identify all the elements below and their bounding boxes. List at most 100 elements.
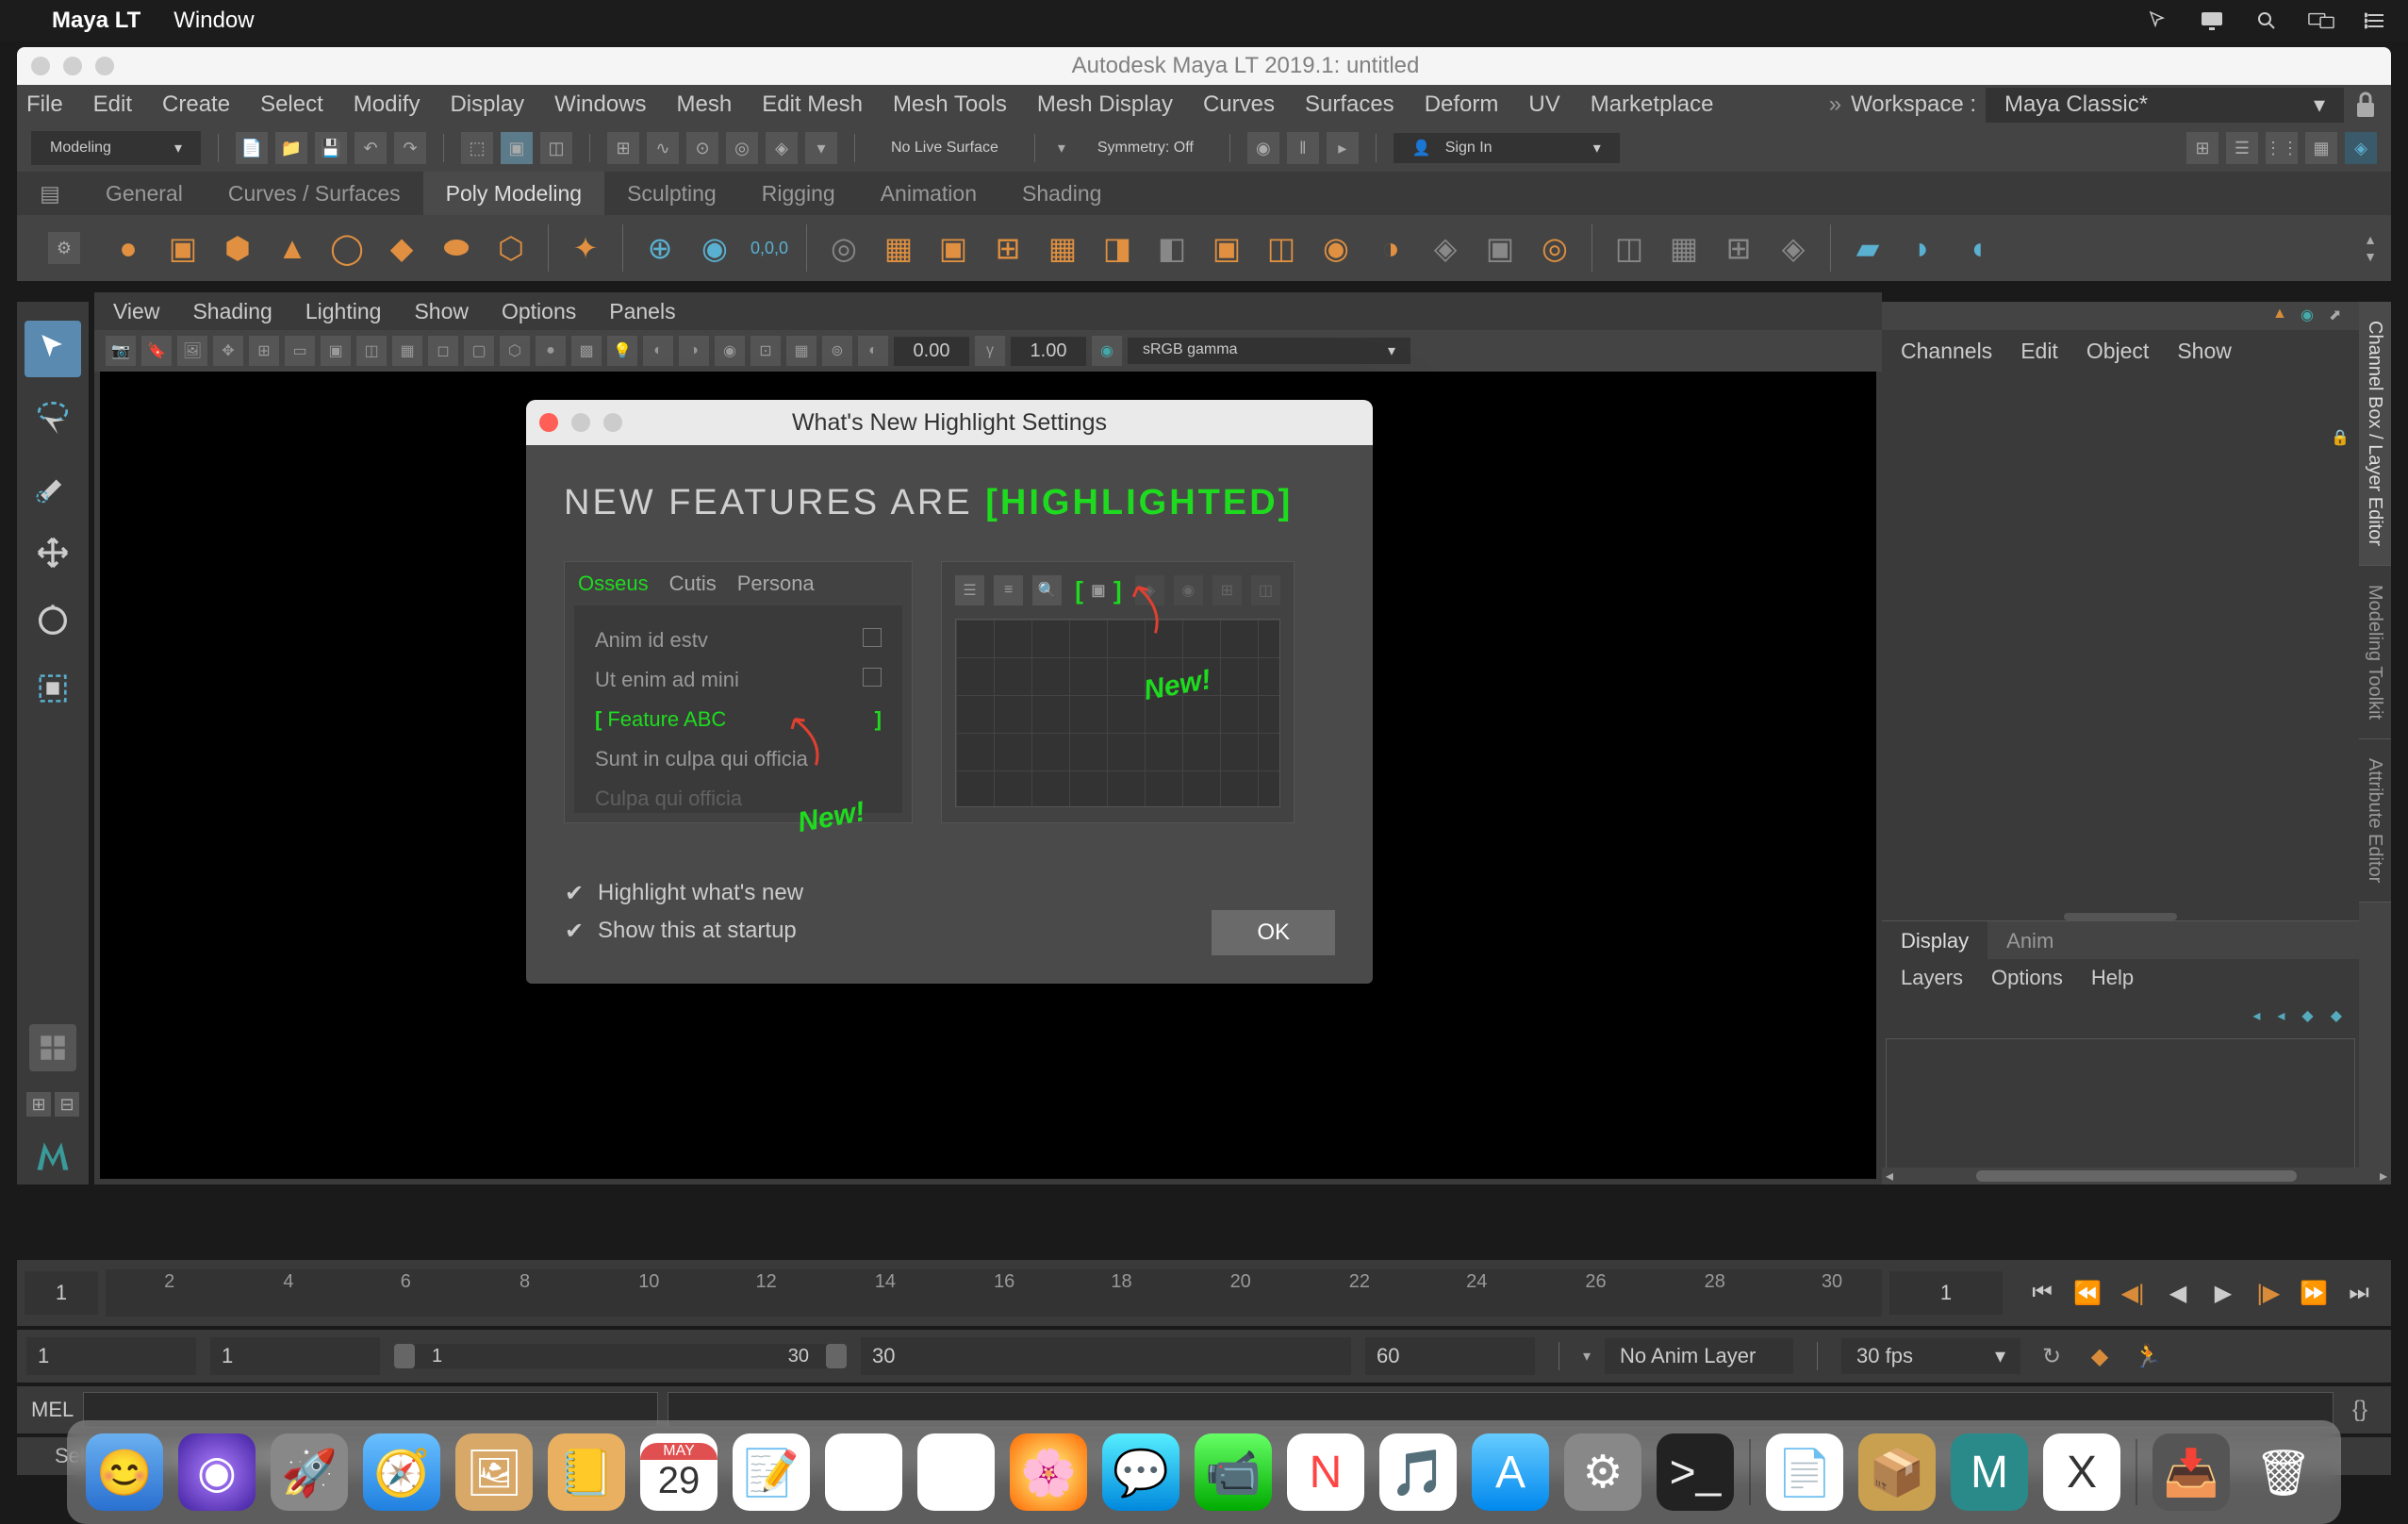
safari-icon[interactable]: 🧭 (363, 1433, 440, 1511)
last-tool[interactable] (29, 1024, 76, 1071)
menuset-dropdown[interactable]: Modeling ▾ (31, 131, 201, 165)
trash-icon[interactable]: 🗑 (2245, 1433, 2322, 1511)
move-tool[interactable] (25, 524, 81, 581)
chevron-down-icon[interactable]: ▾ (1052, 139, 1071, 157)
launchpad-icon[interactable]: 🚀 (271, 1433, 348, 1511)
undo-icon[interactable]: ↶ (355, 132, 387, 164)
window-menu[interactable]: Window (173, 8, 254, 34)
menu-surfaces[interactable]: Surfaces (1305, 91, 1394, 118)
isolate-icon[interactable]: ⊡ (750, 336, 781, 366)
sculpt-icon[interactable]: ▰ (1844, 224, 1891, 272)
layout-four-icon[interactable]: ⊟ (55, 1092, 79, 1117)
siri-icon[interactable]: ◉ (178, 1433, 256, 1511)
script-type-label[interactable]: MEL (31, 1398, 74, 1422)
snap-live-icon[interactable]: ▾ (805, 132, 837, 164)
menu-mesh-tools[interactable]: Mesh Tools (893, 91, 1007, 118)
close-window-icon[interactable] (31, 57, 50, 75)
spotlight-icon[interactable] (2253, 8, 2280, 34)
bookmark-icon[interactable]: 🔖 (141, 336, 172, 366)
poly-type-icon[interactable]: ✦ (562, 224, 609, 272)
poly-torus-icon[interactable]: ◯ (323, 224, 371, 272)
lights-icon[interactable]: 💡 (607, 336, 637, 366)
zoom-window-icon[interactable] (95, 57, 114, 75)
select-hierarchy-icon[interactable]: ⬚ (461, 132, 493, 164)
range-handle-end-icon[interactable] (826, 1344, 847, 1368)
ok-button[interactable]: OK (1212, 910, 1335, 955)
fill-hole-icon[interactable]: ◑ (1367, 224, 1414, 272)
booleans-icon[interactable]: ⊞ (984, 224, 1031, 272)
extract-icon[interactable]: ▣ (930, 224, 977, 272)
finder-icon[interactable]: 😊 (86, 1433, 163, 1511)
new-layer-assign-icon[interactable]: ◆ (2331, 1006, 2342, 1025)
svg-icon[interactable]: ⊕ (636, 224, 684, 272)
paint-select-tool[interactable] (25, 456, 81, 513)
box-icon[interactable]: ▦ (2305, 132, 2337, 164)
menu-file[interactable]: File (26, 91, 63, 118)
timeline-current-frame[interactable]: 1 (1889, 1271, 2003, 1315)
dialog-titlebar[interactable]: What's New Highlight Settings (526, 400, 1373, 445)
render-icon[interactable]: ◉ (1247, 132, 1279, 164)
view-transform-icon[interactable]: ◉ (1092, 336, 1122, 366)
script-editor-icon[interactable]: {} (2343, 1393, 2377, 1427)
panel-layout-icon[interactable]: ⊞ (2186, 132, 2218, 164)
select-tool[interactable] (25, 321, 81, 377)
step-back-key-icon[interactable]: ⏪ (2069, 1274, 2106, 1312)
terminal-icon[interactable]: >_ (1657, 1433, 1734, 1511)
menu-edit[interactable]: Edit (93, 91, 132, 118)
symmetry-label[interactable]: Symmetry: Off (1079, 140, 1212, 157)
workspace-dropdown[interactable]: Maya Classic* ▾ (1986, 88, 2344, 123)
snap-point-icon[interactable]: ⊙ (686, 132, 718, 164)
move-layer-up-icon[interactable]: ◂ (2252, 1006, 2260, 1025)
minimize-window-icon[interactable] (63, 57, 82, 75)
new-scene-icon[interactable]: 📄 (236, 132, 268, 164)
vtab-attribute-editor[interactable]: Attribute Editor (2359, 739, 2391, 903)
menu-deform[interactable]: Deform (1425, 91, 1499, 118)
textured-icon[interactable]: ▩ (571, 336, 602, 366)
poly-disc-icon[interactable]: ⬬ (433, 224, 480, 272)
time-slider-ruler[interactable]: 2 4 6 8 10 12 14 16 18 20 22 24 26 28 30 (106, 1269, 1882, 1317)
step-back-icon[interactable]: ◀| (2114, 1274, 2152, 1312)
vp-menu-show[interactable]: Show (414, 299, 469, 324)
grid-icon[interactable]: ⊞ (249, 336, 279, 366)
rc-menu-object[interactable]: Object (2086, 339, 2149, 364)
scroll-down-icon[interactable]: ▼ (2364, 249, 2377, 264)
shelf-tab-animation[interactable]: Animation (858, 172, 999, 216)
multicut-icon[interactable]: ⊞ (1715, 224, 1762, 272)
preview-icon[interactable]: 🖼 (455, 1433, 533, 1511)
menu-mesh[interactable]: Mesh (677, 91, 733, 118)
shelf-tab-shading[interactable]: Shading (999, 172, 1124, 216)
poly-sphere-icon[interactable]: ● (105, 224, 152, 272)
image-plane-icon[interactable]: 🖼 (177, 336, 207, 366)
menu-curves[interactable]: Curves (1203, 91, 1275, 118)
popout-icon[interactable]: ⬈ (2329, 306, 2350, 326)
gate-mask-icon[interactable]: ◫ (356, 336, 387, 366)
remesh-icon[interactable]: ◧ (1148, 224, 1196, 272)
layer-tab-display[interactable]: Display (1882, 921, 1987, 959)
select-object-icon[interactable]: ▣ (501, 132, 533, 164)
2d-pan-icon[interactable]: ✥ (213, 336, 243, 366)
motion-blur-icon[interactable]: ◉ (715, 336, 745, 366)
field-chart-icon[interactable]: ▦ (392, 336, 422, 366)
system-preferences-icon[interactable]: ⚙ (1564, 1433, 1641, 1511)
list-icon[interactable]: ⋮⋮ (2266, 132, 2298, 164)
smooth-shade-icon[interactable]: ● (536, 336, 566, 366)
menu-modify[interactable]: Modify (354, 91, 421, 118)
open-scene-icon[interactable]: 📁 (275, 132, 307, 164)
contacts-icon[interactable]: 📒 (548, 1433, 625, 1511)
poly-cylinder-icon[interactable]: ⬢ (214, 224, 261, 272)
rc-menu-edit[interactable]: Edit (2020, 339, 2058, 364)
resolution-gate-icon[interactable]: ▣ (321, 336, 351, 366)
snap-projected-icon[interactable]: ◎ (726, 132, 758, 164)
gamma-icon[interactable]: γ (975, 336, 1005, 366)
itunes-icon[interactable]: 🎵 (1379, 1433, 1457, 1511)
platonic-icon[interactable]: ⬡ (487, 224, 535, 272)
rc-menu-channels[interactable]: Channels (1901, 339, 1992, 364)
safe-action-icon[interactable]: ◻ (428, 336, 458, 366)
circularize-icon[interactable]: ◎ (1531, 224, 1578, 272)
display-icon[interactable] (2199, 8, 2225, 34)
rc-menu-show[interactable]: Show (2177, 339, 2232, 364)
signin-button[interactable]: 👤 Sign In ▾ (1394, 133, 1620, 163)
menu-marketplace[interactable]: Marketplace (1591, 91, 1714, 118)
h-xray-icon[interactable]: ☰ (2226, 132, 2258, 164)
range-handle-start-icon[interactable] (394, 1344, 415, 1368)
